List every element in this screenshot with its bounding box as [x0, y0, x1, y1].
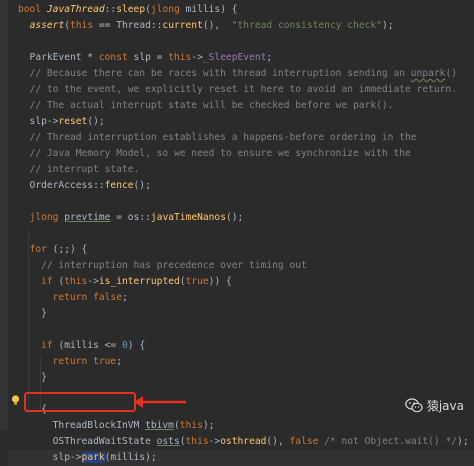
- code-editor[interactable]: bool JavaThread::sleep(jlong millis) { a…: [0, 0, 474, 466]
- annotation-arrow: [134, 396, 186, 408]
- highlight-box: [24, 392, 136, 412]
- code-line[interactable]: [8, 322, 474, 338]
- code-line[interactable]: [8, 226, 474, 242]
- code-line[interactable]: // Java Memory Model, so we need to ensu…: [8, 146, 474, 162]
- code-line[interactable]: ParkEvent * const slp = this->_SleepEven…: [8, 50, 474, 66]
- watermark: 猿java: [405, 397, 464, 414]
- code-line[interactable]: [8, 194, 474, 210]
- code-line[interactable]: if (this->is_interrupted(true)) {: [8, 274, 474, 290]
- code-line[interactable]: [8, 34, 474, 50]
- code-line[interactable]: jlong prevtime = os::javaTimeNanos();: [8, 210, 474, 226]
- code-line[interactable]: OSThreadWaitState osts(this->osthread(),…: [8, 434, 474, 450]
- editor-gutter[interactable]: [0, 0, 8, 430]
- code-line[interactable]: ThreadBlockInVM tbivm(this);: [8, 418, 474, 434]
- code-line[interactable]: // Because there can be races with threa…: [8, 66, 474, 82]
- code-line[interactable]: return false;: [8, 290, 474, 306]
- wechat-icon: [405, 398, 423, 413]
- code-line[interactable]: // The actual interrupt state will be ch…: [8, 98, 474, 114]
- code-line[interactable]: if (millis <= 0) {: [8, 338, 474, 354]
- code-line[interactable]: return true;: [8, 354, 474, 370]
- code-line[interactable]: }: [8, 370, 474, 386]
- code-line[interactable]: for (;;) {: [8, 242, 474, 258]
- code-line[interactable]: // Thread interruption establishes a hap…: [8, 130, 474, 146]
- code-line[interactable]: // interrupt state.: [8, 162, 474, 178]
- code-line[interactable]: slp->reset();: [8, 114, 474, 130]
- code-line[interactable]: OrderAccess::fence();: [8, 178, 474, 194]
- code-line[interactable]: bool JavaThread::sleep(jlong millis) {: [8, 2, 474, 18]
- code-line[interactable]: slp->park(millis);: [8, 450, 474, 466]
- lightbulb-icon[interactable]: [11, 395, 20, 406]
- code-line[interactable]: // interruption has precedence over timi…: [8, 258, 474, 274]
- code-line[interactable]: }: [8, 306, 474, 322]
- code-line[interactable]: assert(this == Thread::current(), "threa…: [8, 18, 474, 34]
- watermark-text: 猿java: [426, 399, 464, 413]
- code-line[interactable]: // to the event, we explicitly reset it …: [8, 82, 474, 98]
